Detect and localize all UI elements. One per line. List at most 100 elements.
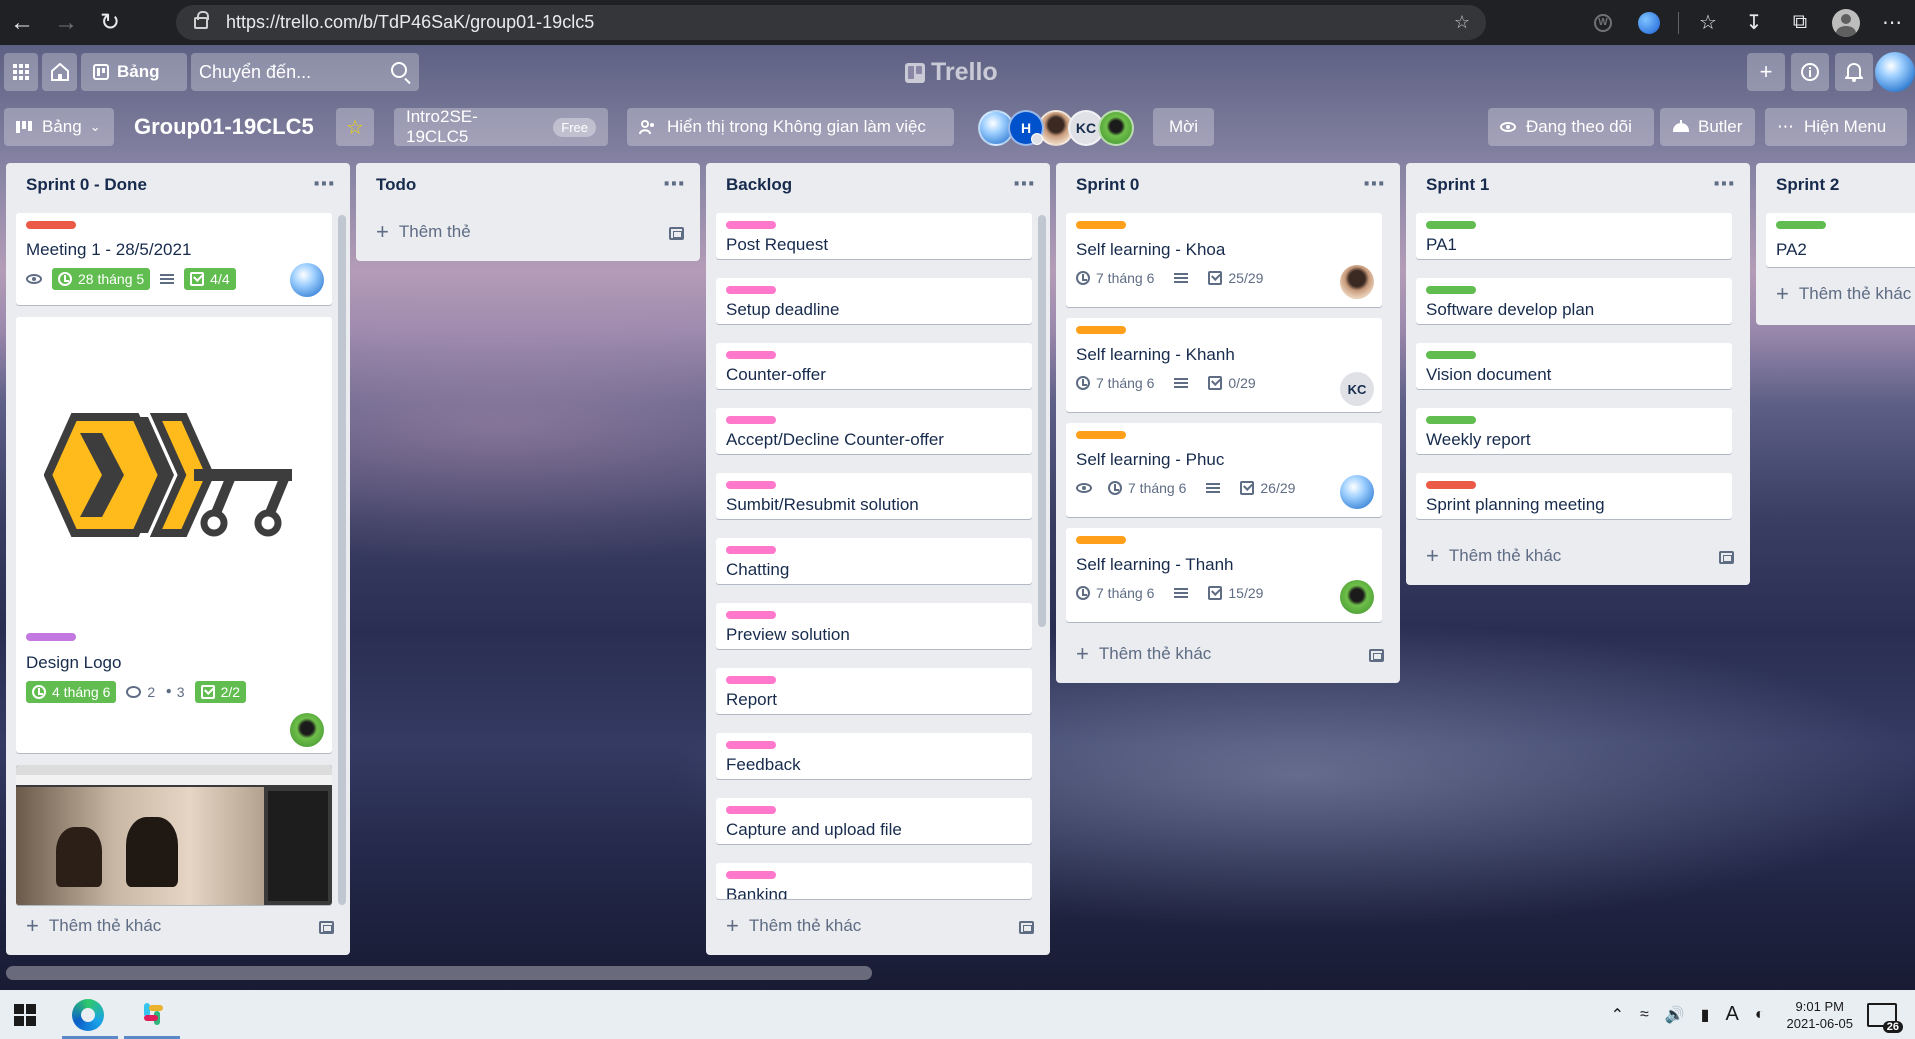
card-template-icon[interactable] bbox=[669, 227, 684, 240]
card[interactable]: Weekly report bbox=[1416, 408, 1732, 454]
card-self-learning-khoa[interactable]: Self learning - Khoa 7 tháng 6 25/29 bbox=[1066, 213, 1382, 307]
card[interactable]: Report bbox=[716, 668, 1032, 714]
card[interactable]: Banking bbox=[716, 863, 1032, 899]
card[interactable]: Chatting bbox=[716, 538, 1032, 584]
search-input[interactable]: Chuyển đến... bbox=[191, 53, 419, 91]
card-template-icon[interactable] bbox=[1369, 649, 1384, 662]
volume-icon[interactable]: 🔊 bbox=[1665, 1005, 1685, 1025]
card-template-icon[interactable] bbox=[1719, 551, 1734, 564]
downloads-icon[interactable]: ↧ bbox=[1731, 0, 1777, 45]
member-avatar[interactable] bbox=[1098, 110, 1134, 146]
card[interactable]: Accept/Decline Counter-offer bbox=[716, 408, 1032, 454]
card-template-icon[interactable] bbox=[319, 921, 334, 934]
input-language-indicator[interactable]: A bbox=[1725, 1003, 1738, 1026]
slack-icon[interactable] bbox=[139, 1001, 165, 1027]
list-menu-icon[interactable]: ⋯ bbox=[1713, 171, 1736, 197]
add-card-button[interactable]: + Thêm thẻ bbox=[376, 221, 471, 243]
card[interactable]: Counter-offer bbox=[716, 343, 1032, 389]
board-horizontal-scrollbar[interactable] bbox=[6, 966, 872, 980]
more-options-icon[interactable]: ⋯ bbox=[1869, 0, 1915, 45]
star-board-button[interactable]: ☆ bbox=[336, 108, 374, 146]
list-scrollbar[interactable] bbox=[338, 215, 346, 905]
edge-browser-icon[interactable] bbox=[72, 999, 104, 1031]
card[interactable]: Capture and upload file bbox=[716, 798, 1032, 844]
card-self-learning-thanh[interactable]: Self learning - Thanh 7 tháng 6 15/29 bbox=[1066, 528, 1382, 622]
list-menu-icon[interactable]: ⋯ bbox=[313, 171, 336, 197]
card-member-avatar[interactable] bbox=[1340, 265, 1374, 299]
card-self-learning-phuc[interactable]: Self learning - Phuc 7 tháng 6 26/29 bbox=[1066, 423, 1382, 517]
forward-icon[interactable]: → bbox=[44, 1, 88, 45]
card[interactable]: Sumbit/Resubmit solution bbox=[716, 473, 1032, 519]
card-member-avatar[interactable] bbox=[290, 713, 324, 747]
card[interactable]: Preview solution bbox=[716, 603, 1032, 649]
card[interactable]: Setup deadline bbox=[716, 278, 1032, 324]
windows-start-icon[interactable] bbox=[14, 1004, 36, 1026]
due-date-badge[interactable]: 28 tháng 5 bbox=[52, 268, 151, 290]
battery-icon[interactable]: ▮ bbox=[1701, 1005, 1710, 1025]
card-pa2[interactable]: PA2 bbox=[1766, 213, 1915, 267]
card-meeting-1[interactable]: Meeting 1 - 28/5/2021 28 tháng 5 4/4 bbox=[16, 213, 332, 305]
list-scrollbar[interactable] bbox=[1038, 215, 1046, 627]
create-plus-icon[interactable]: + bbox=[1747, 53, 1785, 91]
list-header[interactable]: Backlog ⋯ bbox=[706, 163, 1050, 207]
card-design-logo[interactable]: Design Logo 4 tháng 6 2 • 3 2/2 bbox=[16, 317, 332, 753]
card[interactable]: Sprint planning meeting bbox=[1416, 473, 1732, 519]
trello-logo[interactable]: Trello bbox=[905, 58, 998, 87]
notification-center-icon[interactable]: 26 bbox=[1867, 1002, 1903, 1033]
member-avatar[interactable]: H bbox=[1008, 110, 1044, 146]
butler-button[interactable]: Butler bbox=[1660, 108, 1755, 146]
security-icon[interactable]: ◐ bbox=[1755, 1006, 1765, 1024]
card[interactable]: Post Request bbox=[716, 213, 1032, 259]
card-member-avatar[interactable] bbox=[1340, 475, 1374, 509]
card-meeting-screenshot[interactable] bbox=[16, 765, 332, 905]
wifi-icon[interactable]: ≈ bbox=[1640, 1006, 1649, 1024]
invite-button[interactable]: Mời bbox=[1153, 108, 1214, 146]
list-menu-icon[interactable]: ⋯ bbox=[663, 171, 686, 197]
show-hidden-icons-icon[interactable]: ⌃ bbox=[1611, 1005, 1624, 1025]
add-card-button[interactable]: + Thêm thẻ khác bbox=[26, 915, 161, 937]
workspace-button[interactable]: Intro2SE-19CLC5 Free bbox=[394, 107, 608, 146]
add-card-button[interactable]: + Thêm thẻ khác bbox=[726, 915, 861, 937]
watching-button[interactable]: Đang theo dõi bbox=[1488, 108, 1654, 146]
info-icon[interactable] bbox=[1791, 53, 1829, 91]
due-date-badge[interactable]: 7 tháng 6 bbox=[1076, 270, 1154, 286]
address-bar[interactable]: https://trello.com/b/TdP46SaK/group01-19… bbox=[176, 5, 1486, 40]
back-icon[interactable]: ← bbox=[0, 1, 44, 45]
wordpress-extension-icon[interactable]: W bbox=[1580, 0, 1626, 45]
visibility-button[interactable]: Hiển thị trong Không gian làm việc bbox=[627, 108, 954, 146]
list-menu-icon[interactable]: ⋯ bbox=[1013, 171, 1036, 197]
card-member-avatar[interactable] bbox=[290, 263, 324, 297]
extension-globe-icon[interactable] bbox=[1626, 0, 1672, 45]
due-date-badge[interactable]: 7 tháng 6 bbox=[1076, 585, 1154, 601]
due-date-badge[interactable]: 7 tháng 6 bbox=[1076, 375, 1154, 391]
add-card-button[interactable]: + Thêm thẻ khác bbox=[1426, 545, 1561, 567]
card[interactable]: Vision document bbox=[1416, 343, 1732, 389]
list-menu-icon[interactable]: ⋯ bbox=[1363, 171, 1386, 197]
list-header[interactable]: Todo ⋯ bbox=[356, 163, 700, 207]
notification-bell-icon[interactable] bbox=[1835, 53, 1873, 91]
card-member-avatar[interactable] bbox=[1340, 580, 1374, 614]
board-view-switcher[interactable]: Bảng ⌄ bbox=[4, 108, 114, 146]
card[interactable]: PA1 bbox=[1416, 213, 1732, 259]
card-template-icon[interactable] bbox=[1019, 921, 1034, 934]
add-card-button[interactable]: + Thêm thẻ khác bbox=[1776, 283, 1911, 305]
taskbar-clock[interactable]: 9:01 PM 2021-06-05 bbox=[1787, 998, 1854, 1032]
card[interactable]: Software develop plan bbox=[1416, 278, 1732, 324]
apps-grid-icon[interactable] bbox=[4, 53, 38, 91]
boards-button[interactable]: Bảng bbox=[81, 53, 187, 91]
due-date-badge[interactable]: 4 tháng 6 bbox=[26, 681, 117, 703]
user-avatar[interactable] bbox=[1875, 52, 1915, 92]
add-card-button[interactable]: + Thêm thẻ khác bbox=[1076, 643, 1211, 665]
add-favorite-icon[interactable]: ☆ bbox=[1454, 12, 1470, 33]
list-header[interactable]: Sprint 0 - Done ⋯ bbox=[6, 163, 350, 207]
card[interactable]: Feedback bbox=[716, 733, 1032, 779]
collections-icon[interactable]: ⧉ bbox=[1777, 0, 1823, 45]
show-menu-button[interactable]: ⋯ Hiện Menu bbox=[1765, 108, 1907, 146]
profile-icon[interactable] bbox=[1823, 0, 1869, 45]
card-member-avatar[interactable]: KC bbox=[1340, 372, 1374, 406]
favorites-icon[interactable]: ☆ bbox=[1685, 0, 1731, 45]
list-header[interactable]: Sprint 0 ⋯ bbox=[1056, 163, 1400, 207]
card-self-learning-khanh[interactable]: Self learning - Khanh 7 tháng 6 0/29 KC bbox=[1066, 318, 1382, 412]
home-icon[interactable] bbox=[42, 53, 77, 91]
refresh-icon[interactable]: ↻ bbox=[88, 1, 132, 45]
